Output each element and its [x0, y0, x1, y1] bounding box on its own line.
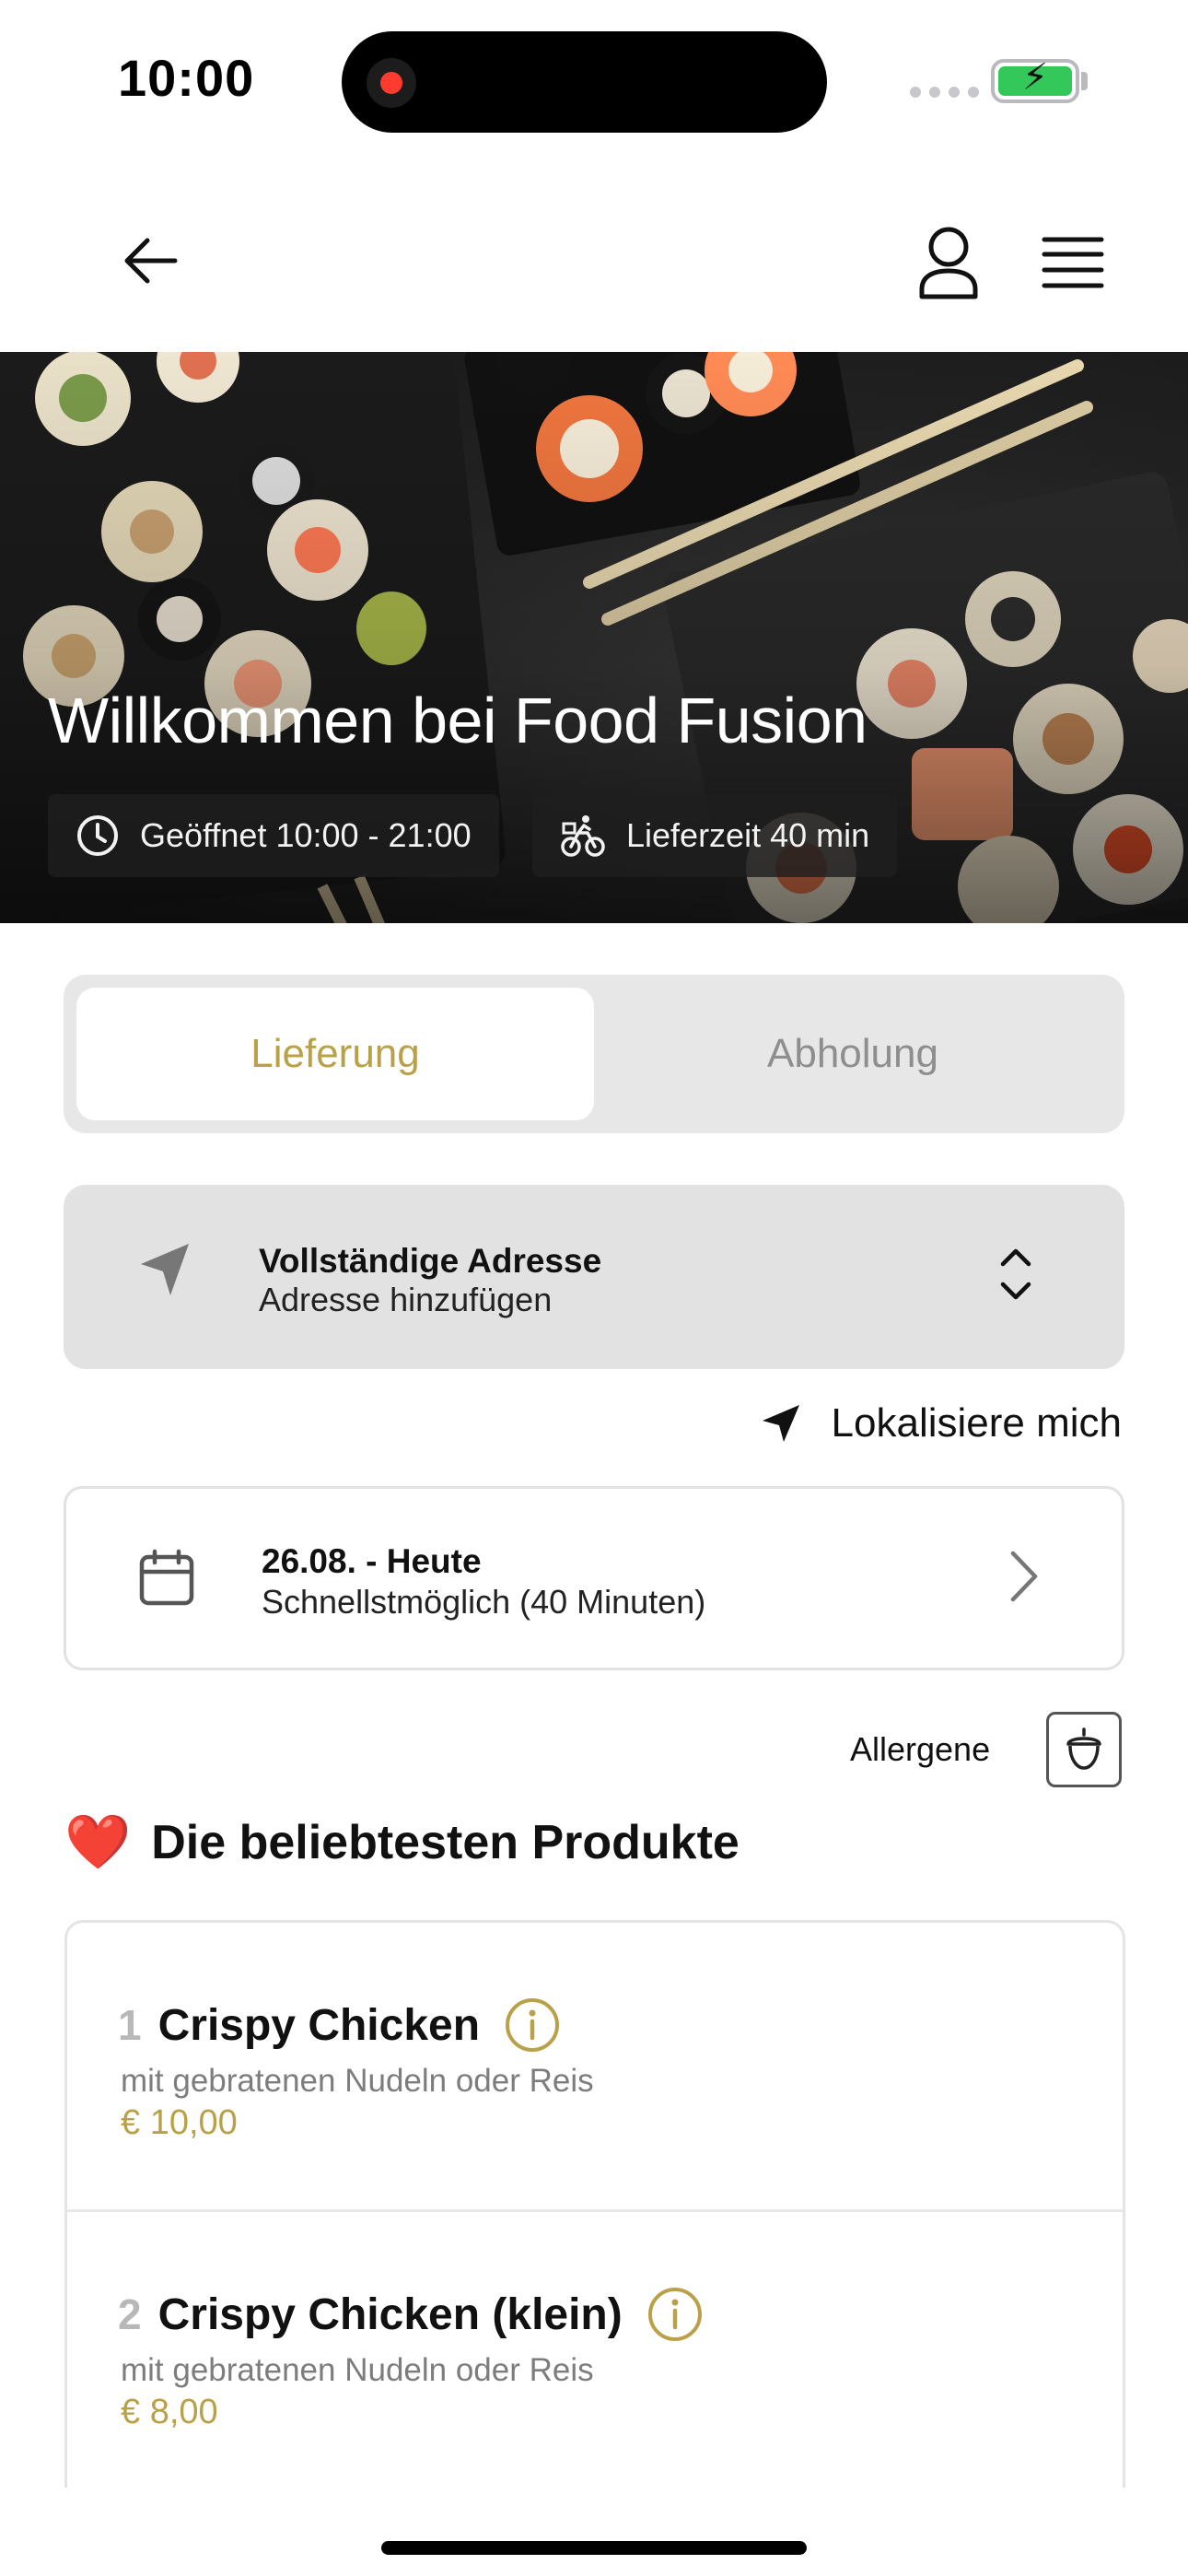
delivery-date: 26.08. - Heute: [262, 1542, 482, 1580]
menu-button[interactable]: [1041, 232, 1105, 293]
home-indicator[interactable]: [381, 2541, 807, 2555]
status-time: 10:00: [118, 49, 255, 107]
delivery-time-badge: Lieferzeit 40 min: [532, 794, 898, 877]
back-button[interactable]: [120, 230, 181, 291]
hero-banner: Willkommen bei Food Fusion Geöffnet 10:0…: [0, 352, 1188, 923]
product-number: 1: [118, 2001, 142, 2049]
product-list: 1 Crispy Chicken mit gebratenen Nudeln o…: [64, 1920, 1125, 2488]
hamburger-menu-icon: [1042, 237, 1104, 288]
bicycle-courier-icon: [561, 815, 605, 857]
address-subtitle: Adresse hinzufügen: [259, 1281, 553, 1318]
recording-indicator-icon: [367, 58, 416, 108]
opening-hours-badge: Geöffnet 10:00 - 21:00: [48, 794, 499, 877]
allergen-label: Allergene: [850, 1730, 991, 1768]
clock-icon: [77, 815, 118, 856]
product-name: Crispy Chicken (klein): [157, 2289, 623, 2339]
navigation-arrow-icon: [141, 1244, 189, 1295]
battery-icon: ⚡: [991, 59, 1079, 103]
chevron-right-icon: [1010, 1551, 1038, 1602]
product-price: € 8,00: [121, 2393, 218, 2431]
product-price: € 10,00: [121, 2103, 238, 2142]
profile-button[interactable]: [916, 225, 981, 300]
top-navigation: [0, 212, 1188, 350]
allergen-filter-button[interactable]: [1046, 1712, 1122, 1787]
signal-icon: [910, 87, 979, 98]
acorn-icon: [1066, 1727, 1101, 1770]
tab-pickup[interactable]: Abholung: [594, 988, 1112, 1120]
popular-products-heading: ❤️ Die beliebtesten Produkte: [64, 1811, 740, 1874]
section-title: Die beliebtesten Produkte: [151, 1816, 740, 1869]
chevron-up-down-icon: [1000, 1248, 1031, 1300]
product-item[interactable]: 2 Crispy Chicken (klein) mit gebratenen …: [67, 2212, 1123, 2488]
info-circle-icon[interactable]: [646, 2286, 704, 2343]
location-arrow-icon: [762, 1405, 799, 1442]
restaurant-welcome-title: Willkommen bei Food Fusion: [48, 685, 868, 756]
product-number: 2: [118, 2290, 142, 2338]
heart-emoji-icon: ❤️: [64, 1812, 132, 1872]
product-description: mit gebratenen Nudeln oder Reis: [121, 2352, 594, 2388]
arrow-left-icon: [124, 238, 178, 284]
address-title: Vollständige Adresse: [259, 1242, 602, 1280]
locate-me-button[interactable]: Lokalisiere mich: [760, 1400, 1122, 1446]
calendar-icon: [139, 1549, 194, 1606]
info-circle-icon[interactable]: [504, 1996, 561, 2054]
status-bar: 10:00 ⚡: [0, 0, 1188, 157]
address-selector[interactable]: Vollständige Adresse Adresse hinzufügen: [64, 1185, 1124, 1369]
order-mode-toggle: Lieferung Abholung: [64, 975, 1124, 1133]
opening-hours-text: Geöffnet 10:00 - 21:00: [140, 816, 472, 854]
delivery-time-text: Lieferzeit 40 min: [626, 816, 870, 854]
delivery-time-estimate: Schnellstmöglich (40 Minuten): [262, 1583, 706, 1621]
product-item[interactable]: 1 Crispy Chicken mit gebratenen Nudeln o…: [67, 1923, 1123, 2212]
delivery-time-selector[interactable]: 26.08. - Heute Schnellstmöglich (40 Minu…: [64, 1486, 1124, 1670]
tab-delivery[interactable]: Lieferung: [76, 988, 594, 1120]
product-name: Crispy Chicken: [157, 2000, 481, 2050]
locate-me-label: Lokalisiere mich: [831, 1400, 1122, 1446]
product-description: mit gebratenen Nudeln oder Reis: [121, 2063, 594, 2099]
user-icon: [919, 227, 978, 299]
charging-bolt-icon: ⚡: [1022, 57, 1049, 98]
